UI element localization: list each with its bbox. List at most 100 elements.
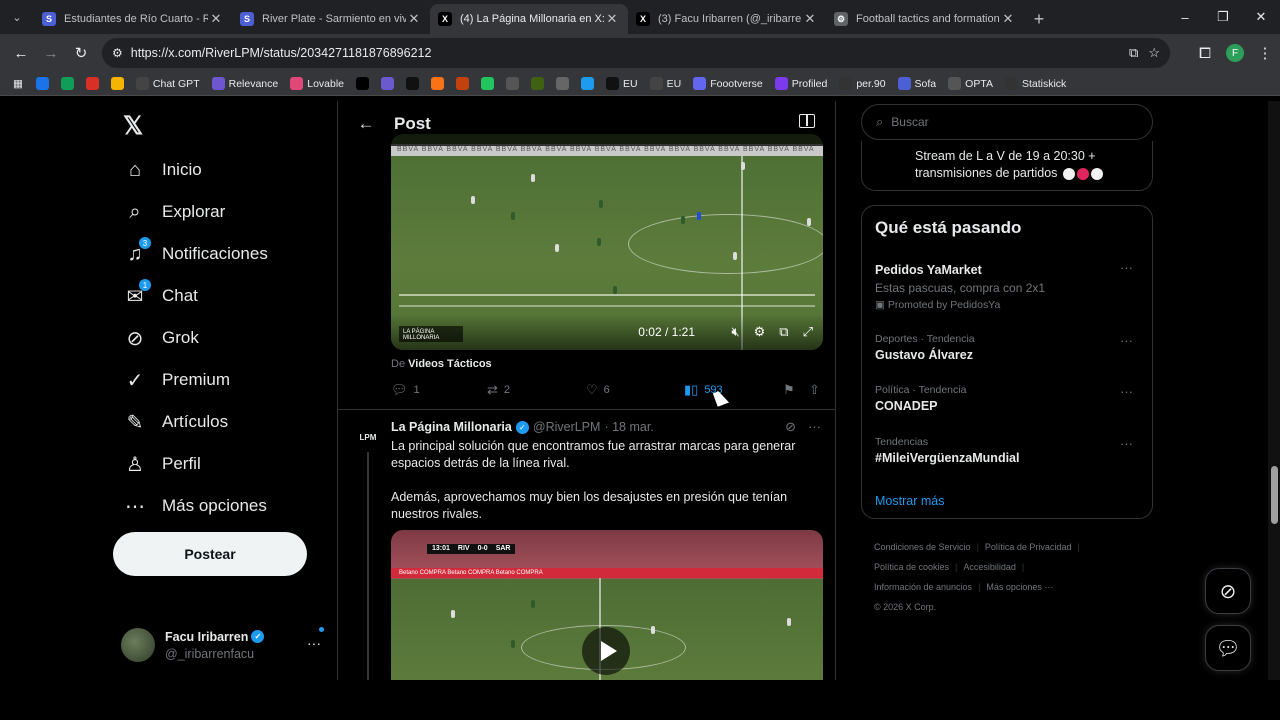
- search-input[interactable]: ⌕ Buscar: [861, 104, 1153, 140]
- bookmark-star-icon[interactable]: ☆: [1148, 45, 1160, 61]
- site-info-icon[interactable]: ⚙: [112, 46, 123, 60]
- show-more-link[interactable]: Mostrar más: [875, 494, 944, 508]
- x-logo[interactable]: 𝕏: [123, 111, 143, 141]
- bookmark-item[interactable]: EU: [601, 74, 643, 94]
- browser-tab[interactable]: X (4) La Página Millonaria en X: "I ✕: [430, 4, 628, 34]
- bookmark-item[interactable]: Statiskick: [1000, 74, 1071, 94]
- account-more-icon[interactable]: ···: [307, 635, 321, 651]
- nav-item-artículos[interactable]: ✎ Artículos: [113, 402, 229, 442]
- tab-close-icon[interactable]: ✕: [604, 11, 620, 27]
- bookmark-item[interactable]: [351, 74, 374, 94]
- video-player[interactable]: BBVA BBVA BBVA BBVA BBVA BBVA BBVA BBVA …: [391, 134, 823, 350]
- tab-close-icon[interactable]: ✕: [802, 11, 818, 27]
- nav-item-grok[interactable]: ⊘ Grok: [113, 318, 199, 358]
- browser-tab[interactable]: S Estudiantes de Río Cuarto - Riv ✕: [34, 4, 232, 34]
- install-app-icon[interactable]: ⧉: [1129, 45, 1138, 61]
- reply-button[interactable]: 💬︎ 1: [391, 382, 420, 398]
- bookmark-item[interactable]: EU: [645, 74, 687, 94]
- tab-close-icon[interactable]: ✕: [1000, 11, 1016, 27]
- page-scrollbar[interactable]: [1268, 101, 1280, 680]
- minimize-button[interactable]: –: [1166, 0, 1204, 34]
- bookmark-button[interactable]: ⚑: [783, 382, 795, 398]
- new-tab-button[interactable]: +: [1024, 4, 1054, 34]
- trend-more-icon[interactable]: ···: [1120, 260, 1133, 275]
- bookmark-item[interactable]: Chat GPT: [131, 74, 205, 94]
- like-button[interactable]: ♡ 6: [586, 382, 610, 398]
- maximize-button[interactable]: ❐: [1204, 0, 1242, 34]
- reader-mode-icon[interactable]: [799, 114, 815, 128]
- mute-icon[interactable]: 🔇︎: [731, 324, 739, 340]
- trend-more-icon[interactable]: ···: [1120, 384, 1133, 399]
- fullscreen-icon[interactable]: ⤢: [803, 324, 813, 340]
- browser-menu-icon[interactable]: ⋮: [1250, 38, 1280, 68]
- bookmark-item[interactable]: Relevance: [207, 74, 284, 94]
- reload-icon[interactable]: ↻: [66, 38, 96, 68]
- accessibility-link[interactable]: Accesibilidad: [963, 562, 1016, 572]
- back-icon[interactable]: ←: [6, 38, 36, 68]
- extensions-icon[interactable]: ⧠: [1190, 38, 1220, 68]
- post-button[interactable]: Postear: [113, 532, 307, 576]
- bookmark-item[interactable]: [526, 74, 549, 94]
- bookmark-item[interactable]: Lovable: [285, 74, 349, 94]
- back-arrow-icon[interactable]: ←: [346, 114, 386, 134]
- nav-item-notificaciones[interactable]: ♫ 3 Notificaciones: [113, 234, 268, 274]
- post-more-icon[interactable]: ···: [808, 419, 821, 435]
- trend-item[interactable]: Pedidos YaMarket Estas pascuas, compra c…: [875, 260, 1141, 311]
- nav-item-más-opciones[interactable]: ⋯ Más opciones: [113, 486, 267, 526]
- post-date[interactable]: · 18 mar.: [604, 420, 653, 434]
- tab-search-button[interactable]: ⌄: [0, 0, 34, 34]
- bookmark-item[interactable]: Foootverse: [688, 74, 768, 94]
- trend-item[interactable]: Política · Tendencia CONADEP ···: [875, 384, 1141, 413]
- cookies-link[interactable]: Política de cookies: [874, 562, 949, 572]
- bookmark-item[interactable]: Profiled: [770, 74, 833, 94]
- bookmark-item[interactable]: [551, 74, 574, 94]
- pip-icon[interactable]: ⧉: [779, 324, 788, 340]
- tab-close-icon[interactable]: ✕: [208, 11, 224, 27]
- trend-more-icon[interactable]: ···: [1120, 436, 1133, 451]
- bookmark-item[interactable]: [476, 74, 499, 94]
- trend-item[interactable]: Tendencias #MileiVergüenzaMundial ···: [875, 436, 1141, 465]
- grok-fab-icon[interactable]: ⊘: [1205, 568, 1251, 614]
- author-name[interactable]: La Página Millonaria: [391, 420, 512, 434]
- author-handle[interactable]: @RiverLPM: [533, 420, 601, 434]
- bookmark-item[interactable]: [401, 74, 424, 94]
- terms-link[interactable]: Condiciones de Servicio: [874, 542, 971, 552]
- apps-icon[interactable]: ▦: [8, 74, 28, 94]
- chat-fab-icon[interactable]: 💬︎: [1205, 625, 1251, 671]
- bookmark-item[interactable]: [501, 74, 524, 94]
- bookmark-item[interactable]: [81, 74, 104, 94]
- nav-item-perfil[interactable]: ♙ Perfil: [113, 444, 201, 484]
- bookmark-item[interactable]: [31, 74, 54, 94]
- bookmark-item[interactable]: Sofa: [893, 74, 942, 94]
- nav-item-explorar[interactable]: ⌕ Explorar: [113, 192, 225, 232]
- browser-tab[interactable]: ⚙ Football tactics and formations ✕: [826, 4, 1024, 34]
- bookmark-item[interactable]: per.90: [834, 74, 890, 94]
- share-button[interactable]: ⇧: [809, 382, 820, 398]
- grok-icon[interactable]: ⊘: [785, 419, 796, 435]
- more-options-link[interactable]: Más opciones ···: [986, 582, 1053, 592]
- browser-tab[interactable]: S River Plate - Sarmiento en vivo, ✕: [232, 4, 430, 34]
- trend-more-icon[interactable]: ···: [1120, 333, 1133, 348]
- browser-tab[interactable]: X (3) Facu Iribarren (@_iribarrenfa ✕: [628, 4, 826, 34]
- privacy-link[interactable]: Política de Privacidad: [985, 542, 1072, 552]
- bookmark-item[interactable]: [56, 74, 79, 94]
- avatar[interactable]: LPM: [356, 425, 380, 449]
- account-switcher[interactable]: Facu Iribarren ✓ @_iribarrenfacu ···: [121, 623, 324, 667]
- trend-item[interactable]: Deportes · Tendencia Gustavo Álvarez ···: [875, 333, 1141, 362]
- nav-item-chat[interactable]: ✉ 1 Chat: [113, 276, 198, 316]
- nav-item-premium[interactable]: ✓ Premium: [113, 360, 230, 400]
- bookmark-item[interactable]: [576, 74, 599, 94]
- bookmark-item[interactable]: [451, 74, 474, 94]
- profile-button[interactable]: F: [1220, 38, 1250, 68]
- close-window-button[interactable]: ✕: [1242, 0, 1280, 34]
- nav-item-inicio[interactable]: ⌂ Inicio: [113, 150, 202, 190]
- bookmark-item[interactable]: [106, 74, 129, 94]
- ads-info-link[interactable]: Información de anuncios: [874, 582, 972, 592]
- forward-icon[interactable]: →: [36, 38, 66, 68]
- settings-icon[interactable]: ⚙: [754, 324, 766, 340]
- bookmark-item[interactable]: [376, 74, 399, 94]
- bookmark-item[interactable]: OPTA: [943, 74, 998, 94]
- repost-button[interactable]: ⇄ 2: [487, 382, 510, 398]
- address-bar[interactable]: ⚙ https://x.com/RiverLPM/status/20342711…: [102, 38, 1170, 68]
- tab-close-icon[interactable]: ✕: [406, 11, 422, 27]
